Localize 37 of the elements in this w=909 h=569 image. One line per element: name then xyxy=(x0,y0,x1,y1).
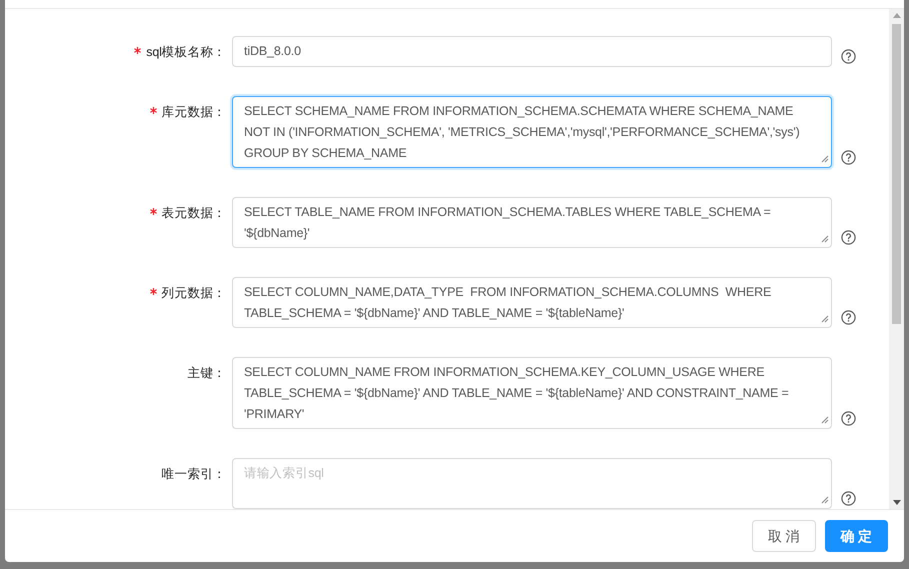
field-label: 库元数据： xyxy=(162,104,226,121)
textarea-field[interactable]: SELECT SCHEMA_NAME FROM INFORMATION_SCHEMA.SCHEMATA WHERE SCHEMA_NAME NOT IN ('INFORMATION_SCHEMA', 'METRICS_SCHEMA','mysql','PERFORMANCE_SCHEMA','sys') GROUP BY SCHEMA_NAME xyxy=(232,96,832,168)
help-icon[interactable] xyxy=(841,310,856,325)
scrollbar[interactable] xyxy=(889,9,904,509)
required-asterisk-icon xyxy=(134,47,142,54)
field-value: SELECT SCHEMA_NAME FROM INFORMATION_SCHEMA.SCHEMATA WHERE SCHEMA_NAME NOT IN ('INFORMATION_SCHEMA', 'METRICS_SCHEMA','mysql','PERFORMANCE_SCHEMA','sys') GROUP BY SCHEMA_NAME xyxy=(244,104,801,160)
help-icon[interactable] xyxy=(841,230,856,245)
textarea-field[interactable]: SELECT COLUMN_NAME,DATA_TYPE FROM INFORMATION_SCHEMA.COLUMNS WHERE TABLE_SCHEMA = '${dbName}' AND TABLE_NAME = '${tableName}' xyxy=(232,277,832,328)
field-label: 唯一索引： xyxy=(162,466,226,483)
placeholder-text: 请输入索引sql xyxy=(244,466,324,480)
required-asterisk-icon xyxy=(150,208,157,215)
required-asterisk-icon xyxy=(150,107,157,114)
help-icon[interactable] xyxy=(841,150,856,165)
input-field[interactable]: tiDB_8.0.0 xyxy=(232,36,832,67)
resize-grip-icon[interactable] xyxy=(821,155,829,163)
field-value: tiDB_8.0.0 xyxy=(244,43,301,60)
scrollbar-thumb[interactable] xyxy=(892,24,901,324)
textarea-field[interactable]: SELECT COLUMN_NAME FROM INFORMATION_SCHEMA.KEY_COLUMN_USAGE WHERE TABLE_SCHEMA = '${dbName}' AND TABLE_NAME = '${tableName}' AND CONSTRAINT_NAME = 'PRIMARY' xyxy=(232,357,832,429)
textarea-field[interactable]: SELECT TABLE_NAME FROM INFORMATION_SCHEMA.TABLES WHERE TABLE_SCHEMA = '${dbName}' xyxy=(232,197,832,248)
field-label: 表元数据： xyxy=(162,205,226,222)
scroll-down-icon[interactable] xyxy=(892,500,900,505)
resize-grip-icon[interactable] xyxy=(821,496,829,504)
scroll-up-icon[interactable] xyxy=(892,13,900,18)
resize-grip-icon[interactable] xyxy=(821,416,829,424)
field-label: 列元数据： xyxy=(162,285,226,302)
resize-grip-icon[interactable] xyxy=(821,235,829,243)
field-label: sql模板名称： xyxy=(146,44,226,61)
cancel-button[interactable]: 取 消 xyxy=(752,520,816,552)
help-icon[interactable] xyxy=(841,411,856,426)
required-asterisk-icon xyxy=(150,288,157,295)
help-icon[interactable] xyxy=(841,491,856,506)
field-value: SELECT COLUMN_NAME,DATA_TYPE FROM INFORMATION_SCHEMA.COLUMNS WHERE TABLE_SCHEMA = '${dbName}' AND TABLE_NAME = '${tableName}' xyxy=(244,285,772,320)
help-icon[interactable] xyxy=(841,49,856,64)
resize-grip-icon[interactable] xyxy=(821,315,829,323)
field-value: SELECT COLUMN_NAME FROM INFORMATION_SCHEMA.KEY_COLUMN_USAGE WHERE TABLE_SCHEMA = '${dbName}' AND TABLE_NAME = '${tableName}' AND CONSTRAINT_NAME = 'PRIMARY' xyxy=(244,365,790,421)
field-label: 主键： xyxy=(187,365,226,382)
field-value: SELECT TABLE_NAME FROM INFORMATION_SCHEMA.TABLES WHERE TABLE_SCHEMA = '${dbName}' xyxy=(244,205,772,240)
